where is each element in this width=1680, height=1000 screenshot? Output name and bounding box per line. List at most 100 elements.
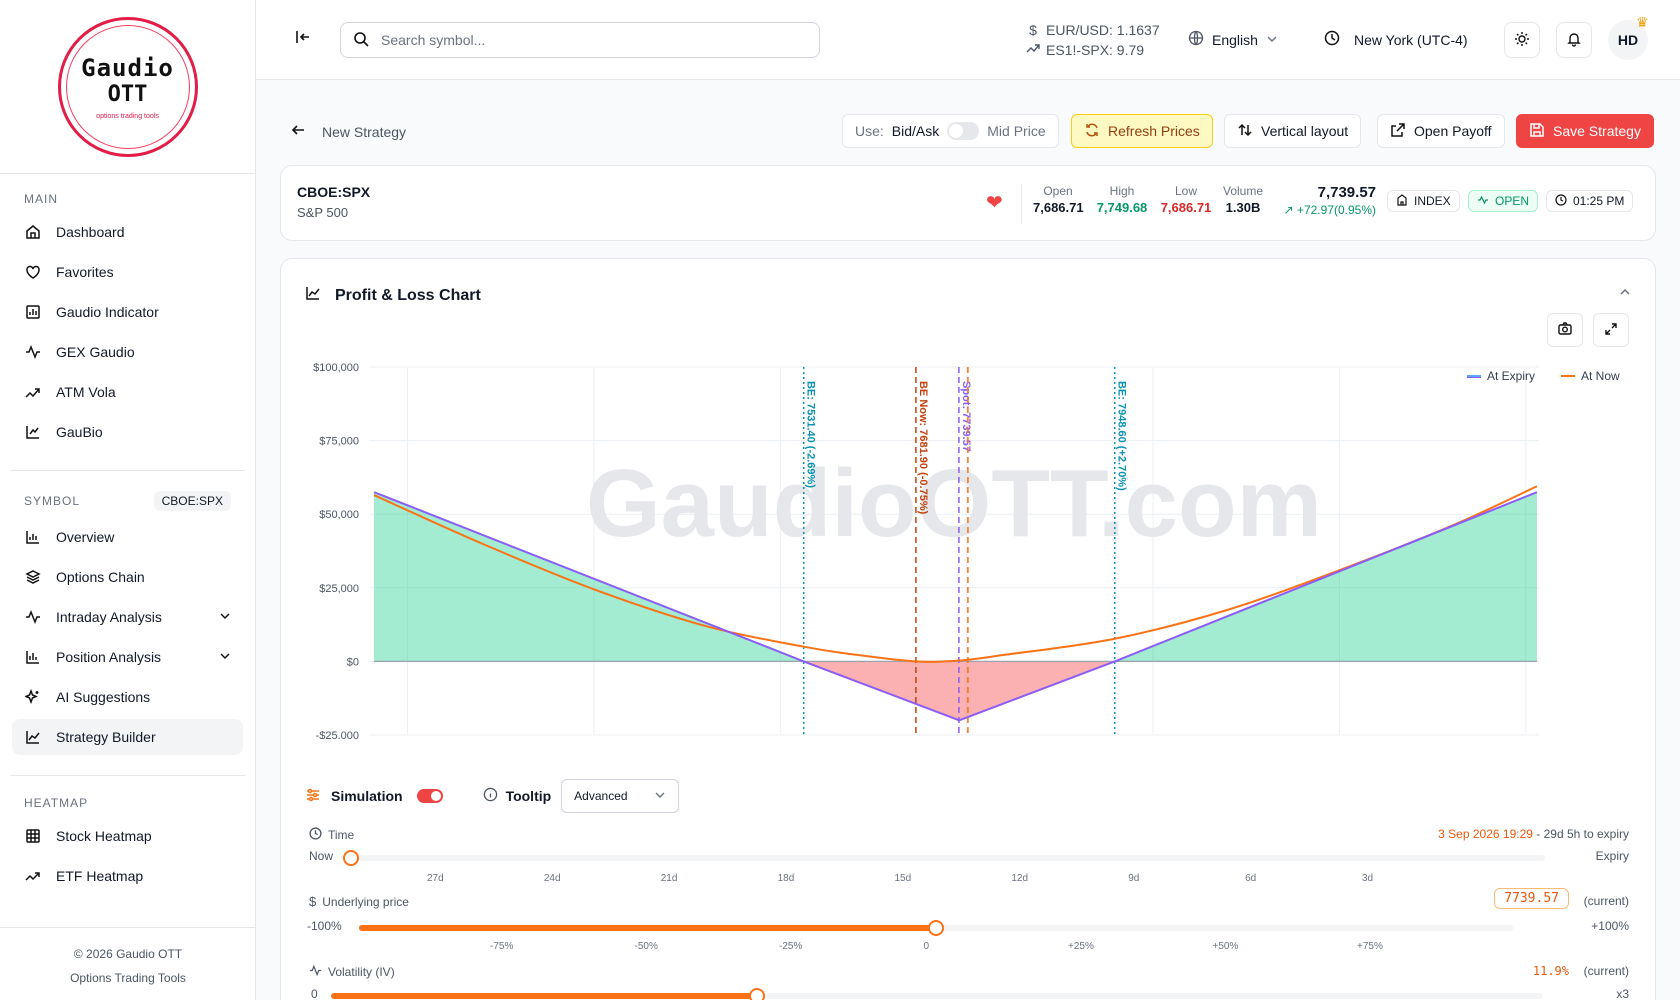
ticker-price: 7,739.57 ↗ +72.97(0.95%): [1266, 184, 1376, 217]
pulse-icon: [1477, 194, 1489, 209]
nav-atm-vola[interactable]: ATM Vola: [12, 374, 243, 410]
trend-up-icon: [1026, 40, 1040, 60]
marker-label: Spot: 7739.57: [960, 381, 972, 452]
search-icon: [353, 31, 369, 50]
time-tick-label: 6d: [1245, 873, 1257, 884]
underlying-slider-handle[interactable]: [928, 920, 944, 936]
nav-strategy-builder[interactable]: Strategy Builder: [12, 719, 243, 755]
underlying-slider-fill: [359, 925, 936, 931]
nav-options-chain[interactable]: Options Chain: [12, 559, 243, 595]
notifications-button[interactable]: [1556, 22, 1592, 58]
nav-gex-gaudio[interactable]: GEX Gaudio: [12, 334, 243, 370]
underlying-label-text: Underlying price: [322, 894, 409, 909]
nav-favorites[interactable]: Favorites: [12, 254, 243, 290]
nav-intraday-analysis[interactable]: Intraday Analysis: [12, 599, 243, 635]
arrow-left-icon: [290, 122, 306, 141]
stat-low: Low 7,686.71: [1157, 184, 1215, 215]
sidebar-footer: © 2026 Gaudio OTT Options Trading Tools: [0, 927, 256, 1000]
nav-gaubio[interactable]: GauBio: [12, 414, 243, 450]
nav-gaudio-indicator[interactable]: Gaudio Indicator: [12, 294, 243, 330]
nav-stock-heatmap[interactable]: Stock Heatmap: [12, 818, 243, 854]
last-price: 7,739.57: [1317, 184, 1376, 201]
volatility-current: (current): [1583, 964, 1629, 978]
theme-toggle-button[interactable]: [1504, 22, 1540, 58]
underlying-tick-label: +50%: [1212, 941, 1239, 952]
grid-icon: [24, 827, 42, 845]
bar-chart-icon: [24, 528, 42, 546]
nav-etf-heatmap-label: ETF Heatmap: [56, 868, 144, 884]
expand-icon: [1604, 322, 1618, 339]
chevron-down-icon: [654, 789, 666, 804]
nav-options-chain-label: Options Chain: [56, 569, 145, 585]
time-label: Time: [309, 827, 354, 843]
price-mode-switch[interactable]: [947, 122, 980, 140]
market-status-label: OPEN: [1495, 194, 1530, 208]
favorite-heart-icon[interactable]: ❤: [986, 190, 1003, 215]
search-input[interactable]: [381, 32, 801, 48]
timezone-selector[interactable]: New York (UTC-4): [1324, 30, 1468, 49]
collapse-sidebar-icon[interactable]: [294, 28, 312, 49]
nav-position-analysis-label: Position Analysis: [56, 649, 162, 665]
nav-strategy-builder-label: Strategy Builder: [56, 729, 156, 745]
sun-icon: [1514, 31, 1530, 50]
nav-intraday-analysis-label: Intraday Analysis: [56, 609, 162, 625]
y-tick-label: $100,000: [313, 362, 359, 374]
time-slider-handle[interactable]: [343, 850, 359, 866]
symbol-badge: CBOE:SPX: [153, 491, 231, 511]
time-tick-label: 24d: [543, 873, 561, 884]
activity-icon: [309, 964, 322, 980]
tooltip-label: Tooltip: [505, 788, 552, 804]
logo[interactable]: Gaudio OTT options trading tools: [57, 16, 198, 157]
trend-up-icon: ↗: [1283, 203, 1297, 217]
activity-icon: [24, 608, 42, 626]
legend-at-now[interactable]: At Now: [1561, 369, 1620, 383]
nav-favorites-label: Favorites: [56, 264, 114, 280]
chevron-down-icon: [219, 609, 231, 625]
price-mode-toggle[interactable]: Use: Bid/Ask Mid Price: [842, 114, 1059, 148]
language-selector[interactable]: English: [1188, 30, 1278, 49]
volatility-slider-fill: [331, 993, 757, 999]
info-icon: [483, 787, 498, 805]
collapse-chevron-icon[interactable]: [1619, 285, 1631, 301]
chart-icon: [24, 423, 42, 441]
logo-line1: Gaudio: [81, 53, 174, 82]
clock-icon: [1555, 193, 1567, 209]
bar-chart-icon: [24, 648, 42, 666]
nav-etf-heatmap[interactable]: ETF Heatmap: [12, 858, 243, 894]
time-value: 3 Sep 2026 19:29 - 29d 5h to expiry: [1438, 827, 1629, 841]
volatility-slider-handle[interactable]: [749, 988, 765, 1000]
stat-high: High 7,749.68: [1093, 184, 1151, 215]
y-tick-label: $50,000: [319, 509, 359, 521]
heart-icon: [24, 263, 42, 281]
logo-area: Gaudio OTT options trading tools: [0, 0, 255, 174]
open-payoff-button[interactable]: Open Payoff: [1377, 114, 1505, 148]
pnl-chart-card: Profit & Loss Chart $100,000 $75,000 $50,0…: [280, 258, 1656, 1000]
back-link[interactable]: New Strategy: [290, 122, 406, 141]
simulation-switch[interactable]: [416, 789, 443, 803]
save-strategy-button[interactable]: Save Strategy: [1516, 114, 1654, 148]
activity-icon: [24, 343, 42, 361]
stat-high-value: 7,749.68: [1096, 200, 1148, 215]
vertical-layout-button[interactable]: Vertical layout: [1224, 114, 1362, 148]
time-tick-label: 27d: [427, 873, 444, 884]
nav-overview[interactable]: Overview: [12, 519, 243, 555]
search-box[interactable]: [340, 22, 820, 58]
underlying-tick-label: -25%: [779, 941, 803, 952]
tooltip-select[interactable]: Advanced: [561, 779, 680, 813]
refresh-prices-button[interactable]: Refresh Prices: [1071, 114, 1213, 148]
nav-stock-heatmap-label: Stock Heatmap: [56, 828, 152, 844]
nav-ai-suggestions[interactable]: AI Suggestions: [12, 679, 243, 715]
logo-tagline: options trading tools: [96, 112, 159, 120]
time-expiry-label: Expiry: [1595, 849, 1629, 863]
market-time-label: 01:25 PM: [1573, 194, 1625, 208]
nav-symbol: SYMBOL CBOE:SPX Overview Options Chain I…: [0, 477, 255, 769]
nav-position-analysis[interactable]: Position Analysis: [12, 639, 243, 675]
legend-at-expiry[interactable]: At Expiry: [1467, 369, 1535, 383]
nav-dashboard[interactable]: Dashboard: [12, 214, 243, 250]
underlying-value-input[interactable]: 7739.57: [1494, 888, 1569, 909]
chevron-down-icon: [1266, 32, 1278, 48]
instrument-type-label: INDEX: [1414, 194, 1451, 208]
crown-icon: ♛: [1636, 14, 1649, 30]
time-tick-label: 15d: [894, 873, 912, 884]
time-slider-track[interactable]: [351, 855, 1545, 861]
